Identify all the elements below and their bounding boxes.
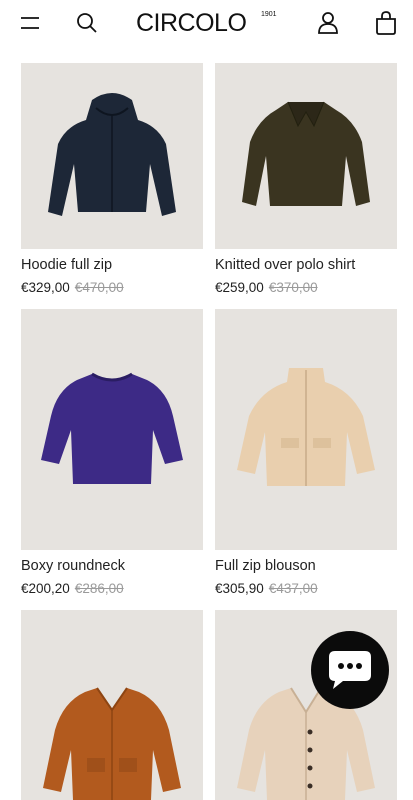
product-image[interactable]: [21, 610, 203, 800]
original-price: €470,00: [74, 280, 124, 295]
product-prices: €305,90 €437,00: [215, 580, 318, 598]
hamburger-menu-icon[interactable]: [18, 10, 44, 36]
product-image[interactable]: [21, 63, 203, 249]
boxy-roundneck-image: [41, 372, 183, 484]
sale-price: €305,90: [215, 581, 264, 596]
sale-price: €259,00: [215, 280, 264, 295]
product-image[interactable]: [215, 63, 397, 249]
shopping-bag-icon[interactable]: [373, 10, 399, 36]
hoodie-full-zip-image: [48, 93, 176, 216]
account-icon[interactable]: [315, 10, 341, 36]
original-price: €437,00: [268, 581, 318, 596]
chat-bubble-icon: [329, 651, 371, 689]
sale-price: €200,20: [21, 581, 70, 596]
product-name[interactable]: Hoodie full zip: [21, 256, 221, 274]
brand-logo-year: 1901: [261, 11, 277, 18]
brand-logo[interactable]: CIRCOLO: [136, 9, 247, 37]
original-price: €370,00: [268, 280, 318, 295]
cardigan-image: [43, 687, 181, 800]
product-image[interactable]: [21, 309, 203, 550]
product-prices: €329,00 €470,00: [21, 279, 124, 297]
product-name[interactable]: Boxy roundneck: [21, 557, 221, 575]
product-prices: €200,20 €286,00: [21, 580, 124, 598]
top-header: CIRCOLO 1901: [0, 0, 413, 48]
sale-price: €329,00: [21, 280, 70, 295]
product-prices: €259,00 €370,00: [215, 279, 318, 297]
product-name[interactable]: Full zip blouson: [215, 557, 413, 575]
search-icon[interactable]: [74, 10, 100, 36]
original-price: €286,00: [74, 581, 124, 596]
chat-button[interactable]: [311, 631, 389, 709]
full-zip-blouson-image: [237, 367, 375, 486]
product-name[interactable]: Knitted over polo shirt: [215, 256, 413, 274]
knitted-polo-shirt-image: [242, 101, 370, 206]
product-image[interactable]: [215, 309, 397, 550]
